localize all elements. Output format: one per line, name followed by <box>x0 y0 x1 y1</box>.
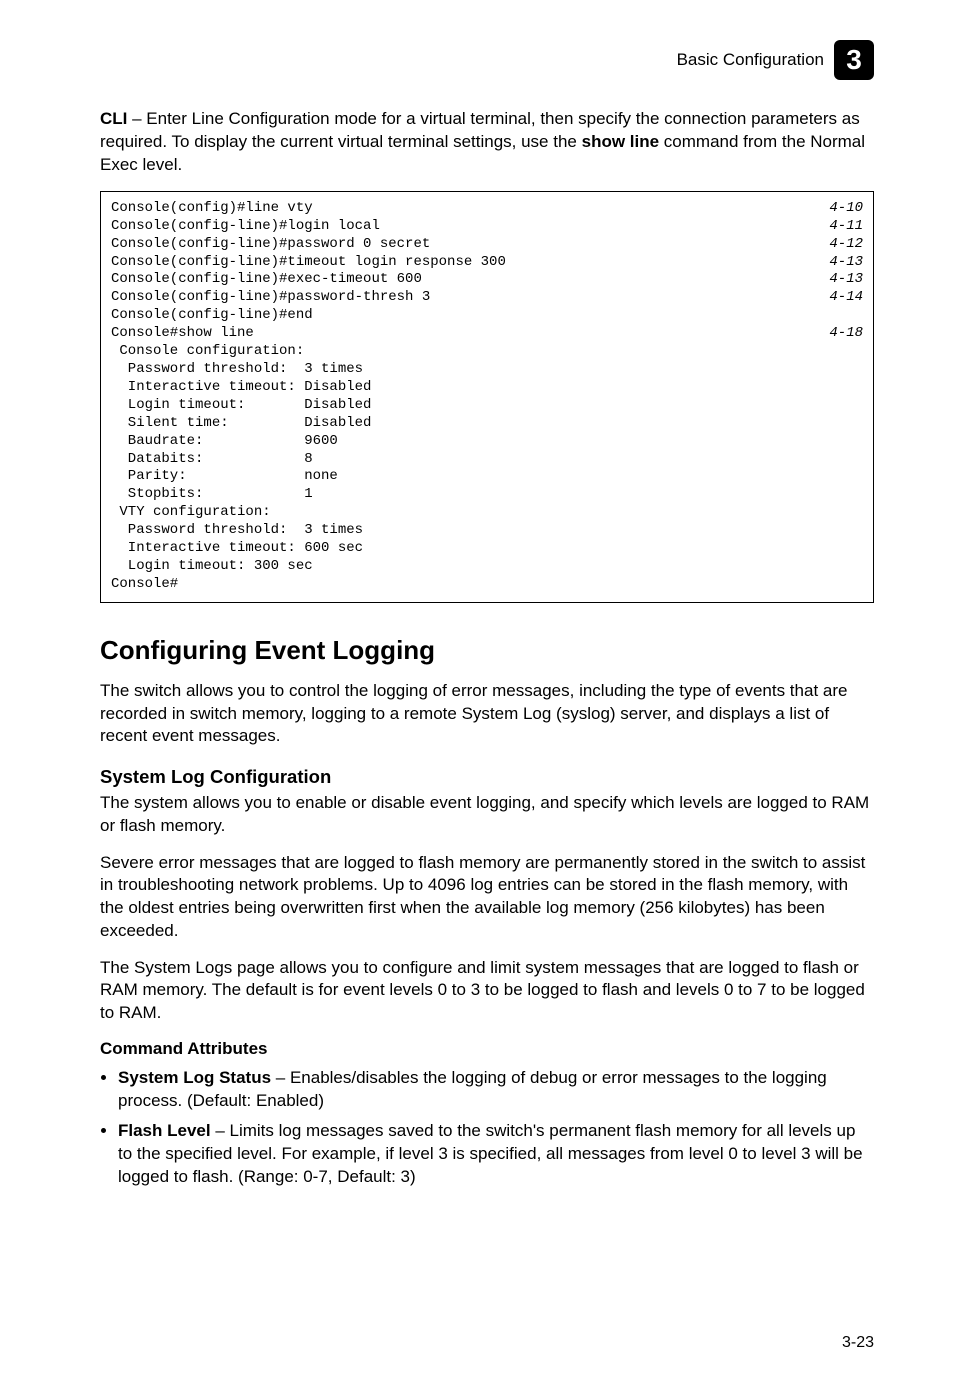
show-line-label: show line <box>582 132 659 151</box>
code-line: Console#show line 4-18 <box>111 325 863 343</box>
code-line: Password threshold: 3 times <box>111 361 863 379</box>
code-line: Console(config-line)#password 0 secret 4-… <box>111 236 863 254</box>
code-text: Console(config-line)#end <box>111 307 313 325</box>
chapter-badge: 3 <box>834 40 874 80</box>
subsection-title: System Log Configuration <box>100 766 874 788</box>
code-text: Silent time: Disabled <box>111 415 371 433</box>
code-text: VTY configuration: <box>111 504 271 522</box>
attribute-list: System Log Status – Enables/disables the… <box>100 1067 874 1189</box>
code-ref: 4-14 <box>829 289 863 307</box>
attribute-name: System Log Status <box>118 1068 271 1087</box>
command-attributes-heading: Command Attributes <box>100 1039 874 1059</box>
code-text: Baudrate: 9600 <box>111 433 338 451</box>
section-para-1: The switch allows you to control the log… <box>100 680 874 748</box>
chapter-number: 3 <box>846 44 862 76</box>
code-text: Console(config-line)#password-thresh 3 <box>111 289 430 307</box>
page-container: Basic Configuration 3 CLI – Enter Line C… <box>0 0 954 1388</box>
section-para-2: The system allows you to enable or disab… <box>100 792 874 838</box>
code-text: Console(config-line)#login local <box>111 218 380 236</box>
attribute-name: Flash Level <box>118 1121 211 1140</box>
code-ref: 4-18 <box>829 325 863 343</box>
code-line: Console(config-line)#timeout login respo… <box>111 254 863 272</box>
code-line: Silent time: Disabled <box>111 415 863 433</box>
code-text: Console(config-line)#password 0 secret <box>111 236 430 254</box>
code-line: Console configuration: <box>111 343 863 361</box>
code-ref: 4-10 <box>829 200 863 218</box>
page-number: 3-23 <box>842 1334 874 1352</box>
section-para-4: The System Logs page allows you to confi… <box>100 957 874 1025</box>
code-line: Console(config-line)#end <box>111 307 863 325</box>
code-text: Stopbits: 1 <box>111 486 313 504</box>
code-line: Login timeout: Disabled <box>111 397 863 415</box>
code-ref: 4-12 <box>829 236 863 254</box>
code-text: Interactive timeout: Disabled <box>111 379 371 397</box>
code-line: Console(config-line)#password-thresh 3 4-… <box>111 289 863 307</box>
section-para-3: Severe error messages that are logged to… <box>100 852 874 943</box>
list-item: Flash Level – Limits log messages saved … <box>118 1120 874 1188</box>
code-text: Interactive timeout: 600 sec <box>111 540 363 558</box>
code-ref: 4-13 <box>829 254 863 272</box>
code-line: Console(config-line)#login local 4-11 <box>111 218 863 236</box>
code-text: Parity: none <box>111 468 338 486</box>
cli-label: CLI <box>100 109 127 128</box>
code-text: Console(config-line)#timeout login respo… <box>111 254 506 272</box>
code-text: Console(config)#line vty <box>111 200 313 218</box>
code-text: Login timeout: 300 sec <box>111 558 313 576</box>
code-line: Console# <box>111 576 863 594</box>
code-line: Parity: none <box>111 468 863 486</box>
section-title: Configuring Event Logging <box>100 629 874 666</box>
code-line: Console(config-line)#exec-timeout 600 4-1… <box>111 271 863 289</box>
code-line: Console(config)#line vty 4-10 <box>111 200 863 218</box>
code-line: Baudrate: 9600 <box>111 433 863 451</box>
code-line: Stopbits: 1 <box>111 486 863 504</box>
code-text: Password threshold: 3 times <box>111 361 363 379</box>
code-ref: 4-11 <box>829 218 863 236</box>
code-line: Login timeout: 300 sec <box>111 558 863 576</box>
page-header: Basic Configuration 3 <box>100 40 874 80</box>
code-text: Console configuration: <box>111 343 304 361</box>
intro-paragraph: CLI – Enter Line Configuration mode for … <box>100 108 874 177</box>
attribute-description: – Limits log messages saved to the switc… <box>118 1121 863 1186</box>
code-line: Databits: 8 <box>111 451 863 469</box>
breadcrumb: Basic Configuration <box>677 50 824 70</box>
code-ref: 4-13 <box>829 271 863 289</box>
code-text: Console(config-line)#exec-timeout 600 <box>111 271 422 289</box>
code-text: Databits: 8 <box>111 451 313 469</box>
list-item: System Log Status – Enables/disables the… <box>118 1067 874 1113</box>
code-text: Login timeout: Disabled <box>111 397 371 415</box>
code-text: Console# <box>111 576 178 594</box>
code-line: Interactive timeout: Disabled <box>111 379 863 397</box>
code-text: Console#show line <box>111 325 254 343</box>
code-line: Password threshold: 3 times <box>111 522 863 540</box>
code-block: Console(config)#line vty4-10Console(conf… <box>100 191 874 603</box>
code-text: Password threshold: 3 times <box>111 522 363 540</box>
code-line: Interactive timeout: 600 sec <box>111 540 863 558</box>
code-line: VTY configuration: <box>111 504 863 522</box>
